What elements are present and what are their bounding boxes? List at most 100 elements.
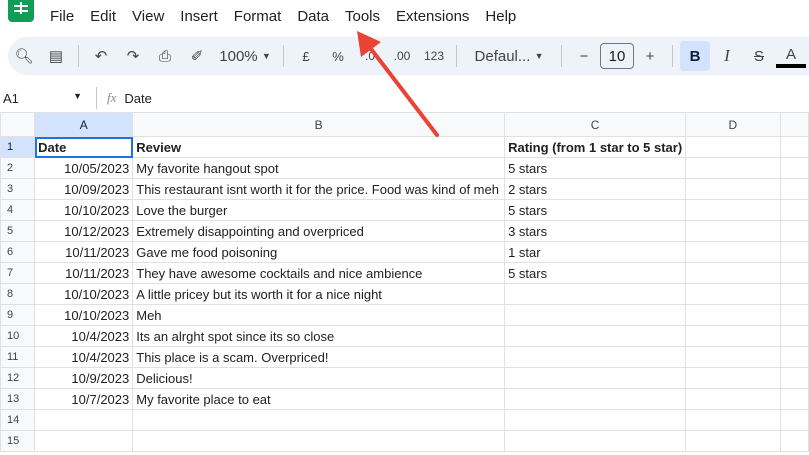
cell-d4[interactable] — [685, 199, 781, 221]
cell-e[interactable] — [779, 283, 809, 305]
cell-c13[interactable] — [504, 388, 687, 410]
cell-c7[interactable]: 5 stars — [504, 262, 687, 284]
cell-c12[interactable] — [504, 367, 687, 389]
paint-format-icon[interactable]: ✐ — [182, 41, 212, 71]
cell-e[interactable] — [779, 304, 809, 326]
menu-tools[interactable]: Tools — [345, 8, 380, 25]
cell-b1[interactable]: Review — [132, 136, 506, 158]
cell-b7[interactable]: They have awesome cocktails and nice amb… — [132, 262, 506, 284]
cell-d13[interactable] — [685, 388, 781, 410]
cell-c8[interactable] — [504, 283, 687, 305]
redo-icon[interactable]: ↷ — [118, 41, 148, 71]
cell-e[interactable] — [779, 346, 809, 368]
row-header[interactable]: 1 — [0, 136, 36, 158]
cell-b5[interactable]: Extremely disappointing and overpriced — [132, 220, 506, 242]
cell-e[interactable] — [779, 325, 809, 347]
cell-e[interactable] — [779, 241, 809, 263]
cell-c4[interactable]: 5 stars — [504, 199, 687, 221]
cell-e[interactable] — [779, 409, 809, 431]
row-header[interactable]: 7 — [0, 262, 36, 284]
zoom-select[interactable]: 100% ▼ — [214, 41, 276, 71]
cell-b13[interactable]: My favorite place to eat — [132, 388, 506, 410]
row-header[interactable]: 13 — [0, 388, 36, 410]
row-header[interactable]: 11 — [0, 346, 36, 368]
cell-a11[interactable]: 10/4/2023 — [34, 346, 134, 368]
cell-a3[interactable]: 10/09/2023 — [34, 178, 134, 200]
column-header-b[interactable]: B — [132, 112, 506, 137]
bold-button[interactable]: B — [680, 41, 710, 71]
search-icon[interactable]: 🔍︎ — [9, 41, 39, 71]
cell-c6[interactable]: 1 star — [504, 241, 687, 263]
cell-a7[interactable]: 10/11/2023 — [34, 262, 134, 284]
row-header[interactable]: 5 — [0, 220, 36, 242]
cell-d15[interactable] — [685, 430, 781, 452]
cell-d8[interactable] — [685, 283, 781, 305]
currency-button[interactable]: £ — [291, 41, 321, 71]
cell-c1[interactable]: Rating (from 1 star to 5 star) — [504, 136, 687, 158]
cell-e[interactable] — [779, 388, 809, 410]
column-header-c[interactable]: C — [504, 112, 687, 137]
cell-b9[interactable]: Meh — [132, 304, 506, 326]
decrease-font-size-icon[interactable]: − — [569, 41, 599, 71]
cell-a13[interactable]: 10/7/2023 — [34, 388, 134, 410]
cell-e[interactable] — [779, 157, 809, 179]
cell-e[interactable] — [779, 220, 809, 242]
cell-e[interactable] — [779, 262, 809, 284]
row-header[interactable]: 15 — [0, 430, 36, 452]
row-header[interactable]: 3 — [0, 178, 36, 200]
column-header-a[interactable]: A — [34, 112, 134, 137]
cell-e[interactable] — [779, 136, 809, 158]
cell-d3[interactable] — [685, 178, 781, 200]
font-select[interactable]: Defaul... ▼ — [464, 41, 554, 71]
cell-b8[interactable]: A little pricey but its worth it for a n… — [132, 283, 506, 305]
cell-c14[interactable] — [504, 409, 687, 431]
cell-d6[interactable] — [685, 241, 781, 263]
cell-b11[interactable]: This place is a scam. Overpriced! — [132, 346, 506, 368]
row-header[interactable]: 14 — [0, 409, 36, 431]
undo-icon[interactable]: ↶ — [86, 41, 116, 71]
cell-d5[interactable] — [685, 220, 781, 242]
tasks-icon[interactable]: ▤ — [41, 41, 71, 71]
cell-d1[interactable] — [685, 136, 781, 158]
cell-a4[interactable]: 10/10/2023 — [34, 199, 134, 221]
menu-data[interactable]: Data — [297, 8, 329, 25]
cell-e[interactable] — [779, 178, 809, 200]
cell-a8[interactable]: 10/10/2023 — [34, 283, 134, 305]
formula-input[interactable]: Date — [124, 91, 151, 106]
percent-button[interactable]: % — [323, 41, 353, 71]
cell-e[interactable] — [779, 199, 809, 221]
cell-c10[interactable] — [504, 325, 687, 347]
row-header[interactable]: 12 — [0, 367, 36, 389]
cell-d11[interactable] — [685, 346, 781, 368]
cell-b2[interactable]: My favorite hangout spot — [132, 157, 506, 179]
row-header[interactable]: 4 — [0, 199, 36, 221]
cell-a5[interactable]: 10/12/2023 — [34, 220, 134, 242]
cell-a14[interactable] — [34, 409, 134, 431]
cell-d7[interactable] — [685, 262, 781, 284]
cell-c2[interactable]: 5 stars — [504, 157, 687, 179]
row-header[interactable]: 2 — [0, 157, 36, 179]
row-header[interactable]: 9 — [0, 304, 36, 326]
cell-b3[interactable]: This restaurant isnt worth it for the pr… — [132, 178, 506, 200]
menu-help[interactable]: Help — [485, 8, 516, 25]
menu-view[interactable]: View — [132, 8, 164, 25]
cell-b4[interactable]: Love the burger — [132, 199, 506, 221]
menu-edit[interactable]: Edit — [90, 8, 116, 25]
cell-a12[interactable]: 10/9/2023 — [34, 367, 134, 389]
cell-c5[interactable]: 3 stars — [504, 220, 687, 242]
cell-e[interactable] — [779, 367, 809, 389]
cell-e[interactable] — [779, 430, 809, 452]
print-icon[interactable]: ⎙ — [150, 41, 180, 71]
cell-c3[interactable]: 2 stars — [504, 178, 687, 200]
column-header-e[interactable] — [779, 112, 809, 137]
increase-decimal-button[interactable]: .00 — [387, 41, 417, 71]
cell-b6[interactable]: Gave me food poisoning — [132, 241, 506, 263]
cell-a15[interactable] — [34, 430, 134, 452]
decrease-decimal-button[interactable]: .0 — [355, 41, 385, 71]
menu-insert[interactable]: Insert — [180, 8, 218, 25]
cell-b15[interactable] — [132, 430, 506, 452]
row-header[interactable]: 6 — [0, 241, 36, 263]
cell-a10[interactable]: 10/4/2023 — [34, 325, 134, 347]
increase-font-size-icon[interactable]: + — [635, 41, 665, 71]
cell-a2[interactable]: 10/05/2023 — [34, 157, 134, 179]
